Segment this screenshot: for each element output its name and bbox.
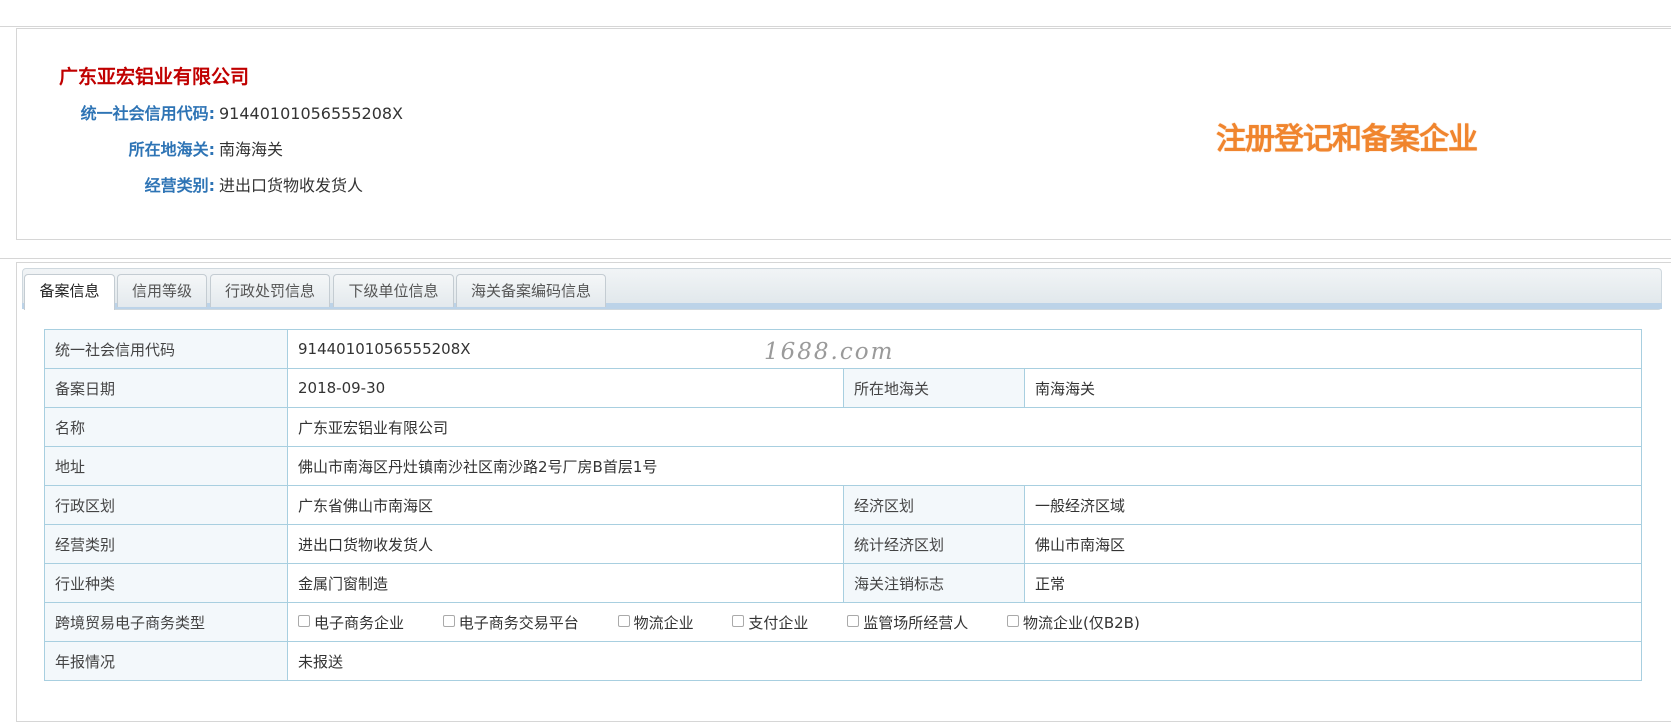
- name-value: 广东亚宏铝业有限公司: [286, 407, 1643, 447]
- table-row: 年报情况 未报送: [44, 641, 1643, 681]
- tab-customs-codes[interactable]: 海关备案编码信息: [456, 274, 606, 307]
- customs-cell-label: 所在地海关: [843, 368, 1025, 408]
- business-type-value: 进出口货物收发货人: [219, 176, 364, 195]
- checkbox-label: 物流企业(仅B2B): [1022, 613, 1140, 632]
- record-date-label: 备案日期: [44, 368, 288, 408]
- customs-cell-value: 南海海关: [1023, 368, 1643, 408]
- cancel-flag-label: 海关注销标志: [843, 563, 1025, 603]
- annual-report-label: 年报情况: [44, 641, 288, 681]
- customs-label: 所在地海关:: [128, 140, 215, 159]
- admin-region-label: 行政区划: [44, 485, 288, 525]
- record-date-value: 2018-09-30: [287, 368, 844, 408]
- table-row: 跨境贸易电子商务类型 电子商务企业 电子商务交易平台 物流企业 支付企业 监管场…: [44, 602, 1643, 642]
- address-value: 佛山市南海区丹灶镇南沙社区南沙路2号厂房B首层1号: [286, 446, 1643, 486]
- credit-code-label: 统一社会信用代码:: [80, 104, 215, 123]
- ecommerce-option-enterprise[interactable]: 电子商务企业: [298, 612, 404, 633]
- registration-stamp: 注册登记和备案企业: [1216, 122, 1478, 157]
- business-type-cell-label: 经营类别: [44, 524, 288, 564]
- company-name: 广东亚宏铝业有限公司: [59, 66, 250, 88]
- checkbox-label: 监管场所经营人: [863, 613, 969, 632]
- section-divider: [0, 258, 1671, 259]
- ecommerce-option-platform[interactable]: 电子商务交易平台: [442, 612, 579, 633]
- top-border: [0, 26, 1671, 27]
- annual-report-value: 未报送: [286, 641, 1643, 681]
- table-row: 备案日期 2018-09-30 所在地海关 南海海关: [44, 368, 1643, 408]
- ecommerce-option-supervision[interactable]: 监管场所经营人: [847, 612, 968, 633]
- industry-value: 金属门窗制造: [287, 563, 844, 603]
- table-row: 经营类别 进出口货物收发货人 统计经济区划 佛山市南海区: [44, 524, 1643, 564]
- checkbox-label: 物流企业: [633, 613, 694, 632]
- cancel-flag-value: 正常: [1023, 563, 1643, 603]
- customs-value: 南海海关: [219, 140, 284, 159]
- industry-label: 行业种类: [44, 563, 288, 603]
- checkbox[interactable]: [617, 615, 630, 627]
- admin-region-value: 广东省佛山市南海区: [287, 485, 844, 525]
- checkbox-label: 电子商务企业: [314, 613, 405, 632]
- tab-credit-level[interactable]: 信用等级: [117, 274, 207, 307]
- address-label: 地址: [44, 446, 288, 486]
- business-type-row: 经营类别: 进出口货物收发货人: [17, 174, 617, 198]
- watermark: 1688.com: [764, 339, 895, 365]
- checkbox[interactable]: [1006, 615, 1019, 627]
- tab-penalty-info[interactable]: 行政处罚信息: [210, 274, 330, 307]
- tab-record-info[interactable]: 备案信息: [24, 274, 115, 310]
- record-info-table: 统一社会信用代码 91440101056555208X 备案日期 2018-09…: [44, 329, 1643, 681]
- checkbox[interactable]: [442, 615, 455, 627]
- checkbox[interactable]: [732, 615, 745, 627]
- ecommerce-option-logistics-b2b[interactable]: 物流企业(仅B2B): [1006, 612, 1140, 633]
- ecommerce-option-payment[interactable]: 支付企业: [732, 612, 808, 633]
- econ-region-value: 一般经济区域: [1023, 485, 1643, 525]
- econ-region-label: 经济区划: [843, 485, 1025, 525]
- stat-region-value: 佛山市南海区: [1023, 524, 1643, 564]
- credit-code-cell-label: 统一社会信用代码: [44, 329, 288, 369]
- credit-code-value: 91440101056555208X: [219, 104, 404, 123]
- business-type-label: 经营类别:: [144, 176, 215, 195]
- stat-region-label: 统计经济区划: [843, 524, 1025, 564]
- checkbox-label: 电子商务交易平台: [458, 613, 579, 632]
- ecommerce-type-options: 电子商务企业 电子商务交易平台 物流企业 支付企业 监管场所经营人 物流企业(仅…: [286, 602, 1643, 642]
- customs-row: 所在地海关: 南海海关: [17, 138, 617, 162]
- table-row: 行业种类 金属门窗制造 海关注销标志 正常: [44, 563, 1643, 603]
- ecommerce-type-label: 跨境贸易电子商务类型: [44, 602, 288, 642]
- credit-code-cell-value: 91440101056555208X: [286, 329, 1643, 369]
- table-row: 行政区划 广东省佛山市南海区 经济区划 一般经济区域: [44, 485, 1643, 525]
- checkbox-label: 支付企业: [748, 613, 809, 632]
- checkbox[interactable]: [298, 615, 310, 627]
- tab-subordinate-units[interactable]: 下级单位信息: [333, 274, 454, 307]
- name-label: 名称: [44, 407, 288, 447]
- table-row: 地址 佛山市南海区丹灶镇南沙社区南沙路2号厂房B首层1号: [44, 446, 1643, 486]
- table-row: 名称 广东亚宏铝业有限公司: [44, 407, 1643, 447]
- business-type-cell-value: 进出口货物收发货人: [287, 524, 844, 564]
- ecommerce-option-logistics[interactable]: 物流企业: [617, 612, 694, 633]
- checkbox[interactable]: [847, 615, 860, 627]
- credit-code-row: 统一社会信用代码: 91440101056555208X: [17, 102, 617, 126]
